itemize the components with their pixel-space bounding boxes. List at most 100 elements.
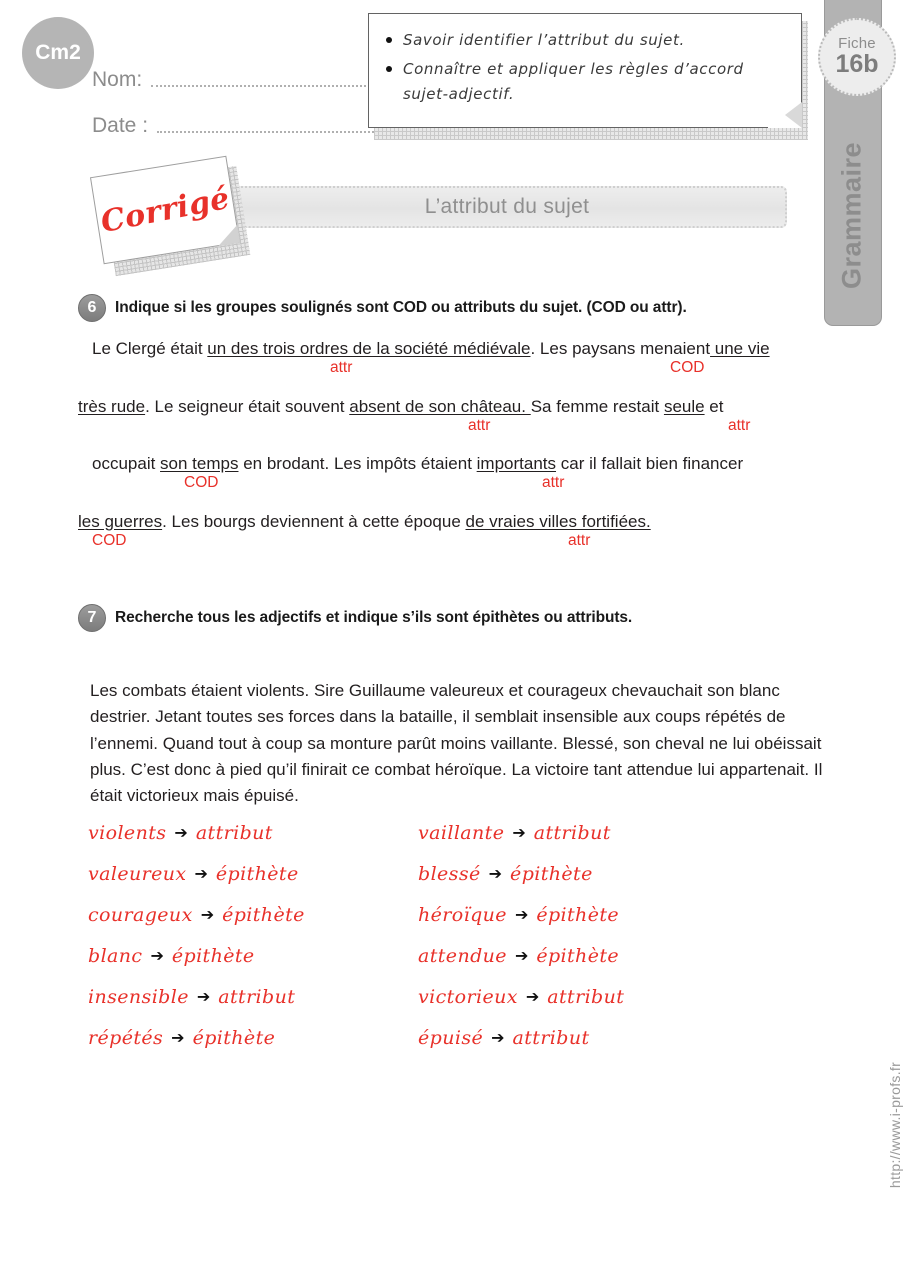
adjective-kind: épithète: [510, 862, 593, 885]
footer-url: http://www.i-profs.fr: [887, 1061, 903, 1189]
adjective-word: violents: [88, 821, 167, 844]
sentence-text: Le Clergé était: [92, 339, 208, 358]
adjective-kind: épithète: [171, 944, 255, 967]
underlined-group: seule: [663, 396, 705, 416]
worksheet-title-bar: L’attribut du sujet: [227, 186, 787, 228]
answer-label: COD: [92, 531, 127, 549]
arrow-icon: ➔: [150, 947, 164, 965]
answer-item: blessé ➔ épithète: [418, 853, 748, 894]
answer-line: les guerres. Les bourgs deviennent à cet…: [78, 509, 838, 549]
answer-label: attr: [728, 416, 751, 434]
adjective-word: vaillante: [418, 821, 505, 844]
exercise-6-header: 6 Indique si les groupes soulignés sont …: [78, 294, 838, 322]
name-row: Nom:: [92, 68, 382, 92]
exercise-6-instruction: Indique si les groupes soulignés sont CO…: [115, 299, 687, 316]
arrow-icon: ➔: [200, 906, 215, 924]
arrow-icon: ➔: [514, 947, 529, 965]
arrow-icon: ➔: [174, 824, 188, 842]
answer-item: insensible ➔ attribut: [88, 976, 418, 1017]
arrow-icon: ➔: [514, 906, 529, 924]
underlined-group: un des trois ordres de la société médiév…: [207, 339, 531, 358]
corrige-label: Corrigé: [97, 180, 233, 240]
subject-label: Grammaire: [836, 141, 867, 290]
fiche-badge: Fiche 16b: [818, 18, 896, 96]
adjective-word: blanc: [88, 944, 143, 967]
objective-item: Connaître et appliquer les règles d’acco…: [386, 57, 781, 107]
sentence-text: car il fallait bien financer: [556, 454, 744, 473]
answer-item: blanc ➔ épithète: [88, 935, 418, 976]
answer-item: attendue ➔ épithète: [418, 935, 748, 976]
answer-item: vaillante ➔ attribut: [418, 812, 748, 853]
page-fold-icon: [768, 102, 802, 128]
exercise-7-paragraph: Les combats étaient violents. Sire Guill…: [90, 681, 823, 806]
arrow-icon: ➔: [194, 865, 208, 883]
sentence-text: Sa femme restait: [530, 396, 664, 416]
objectives-panel: Savoir identifier l’attribut du sujet. C…: [368, 13, 802, 128]
exercise-7-body: Les combats étaient violents. Sire Guill…: [78, 678, 838, 810]
underlined-group: absent de son château.: [349, 396, 531, 416]
adjective-word: courageux: [88, 903, 193, 926]
adjective-kind: attribut: [195, 821, 273, 844]
name-input-line[interactable]: [151, 85, 382, 87]
sentence-text: et: [704, 396, 724, 416]
answer-label: attr: [568, 531, 591, 549]
sentence-text: occupait: [92, 454, 161, 473]
answer-line: Le Clergé était un des trois ordres de l…: [92, 336, 838, 376]
objectives-list: Savoir identifier l’attribut du sujet. C…: [369, 14, 801, 106]
adjective-kind: attribut: [512, 1026, 590, 1049]
underlined-group: de vraies villes fortifiées.: [465, 511, 651, 531]
adjective-kind: attribut: [218, 985, 296, 1008]
adjective-kind: épithète: [215, 862, 299, 885]
answer-line: occupait son temps en brodant. Les impôt…: [92, 451, 838, 491]
answer-item: héroïque ➔ épithète: [418, 894, 748, 935]
adjective-word: victorieux: [418, 985, 518, 1008]
identity-block: Nom: Date :: [92, 68, 382, 160]
adjective-word: blessé: [418, 862, 481, 885]
level-badge: Cm2: [22, 17, 94, 89]
answer-label: attr: [330, 359, 353, 376]
exercise-number-badge: 6: [78, 294, 106, 322]
adjective-word: héroïque: [418, 903, 507, 926]
exercise-6: 6 Indique si les groupes soulignés sont …: [78, 294, 838, 549]
adjective-kind: attribut: [547, 985, 625, 1008]
arrow-icon: ➔: [525, 988, 540, 1006]
adjective-word: épuisé: [418, 1026, 484, 1049]
date-input-line[interactable]: [157, 131, 382, 133]
exercise-7-instruction: Recherche tous les adjectifs et indique …: [115, 609, 633, 626]
answer-item: valeureux ➔ épithète: [88, 853, 418, 894]
answer-item: courageux ➔ épithète: [88, 894, 418, 935]
answer-line: très rude. Le seigneur était souvent abs…: [78, 394, 838, 434]
arrow-icon: ➔: [512, 824, 526, 842]
adjective-kind: épithète: [536, 903, 620, 926]
exercise-7: 7 Recherche tous les adjectifs et indiqu…: [78, 604, 838, 810]
underlined-group: une vie: [710, 339, 770, 358]
answer-item: répétés ➔ épithète: [88, 1017, 418, 1058]
adjective-word: valeureux: [88, 862, 187, 885]
date-label: Date :: [92, 114, 149, 137]
exercise-number-badge: 7: [78, 604, 106, 632]
exercise-6-body: Le Clergé était un des trois ordres de l…: [78, 336, 838, 549]
page-fold-icon: [215, 224, 241, 247]
adjective-kind: épithète: [536, 944, 620, 967]
sentence-text: . Les bourgs deviennent à cette époque: [162, 511, 466, 531]
exercise-7-header: 7 Recherche tous les adjectifs et indiqu…: [78, 604, 838, 632]
answer-label: COD: [184, 474, 219, 491]
objective-item: Savoir identifier l’attribut du sujet.: [386, 28, 781, 53]
arrow-icon: ➔: [171, 1029, 185, 1047]
adjective-kind: épithète: [222, 903, 305, 926]
adjective-word: attendue: [418, 944, 507, 967]
sentence-text: . Le seigneur était souvent: [145, 396, 350, 416]
name-label: Nom:: [92, 68, 143, 91]
answer-item: épuisé ➔ attribut: [418, 1017, 748, 1058]
corrige-stamp: Corrigé: [89, 155, 252, 277]
answer-label: attr: [468, 416, 491, 434]
adjective-kind: épithète: [192, 1026, 276, 1049]
sidebar-content: Fiche 16b Grammaire: [818, 0, 896, 320]
answers-grid: violents ➔ attribut vaillante ➔ attribut val…: [88, 812, 788, 1058]
objectives-card: Savoir identifier l’attribut du sujet. C…: [368, 13, 808, 140]
adjective-word: répétés: [88, 1026, 164, 1049]
sentence-text: en brodant. Les impôts étaient: [238, 454, 477, 473]
arrow-icon: ➔: [488, 865, 503, 883]
arrow-icon: ➔: [196, 988, 211, 1006]
adjective-kind: attribut: [533, 821, 611, 844]
